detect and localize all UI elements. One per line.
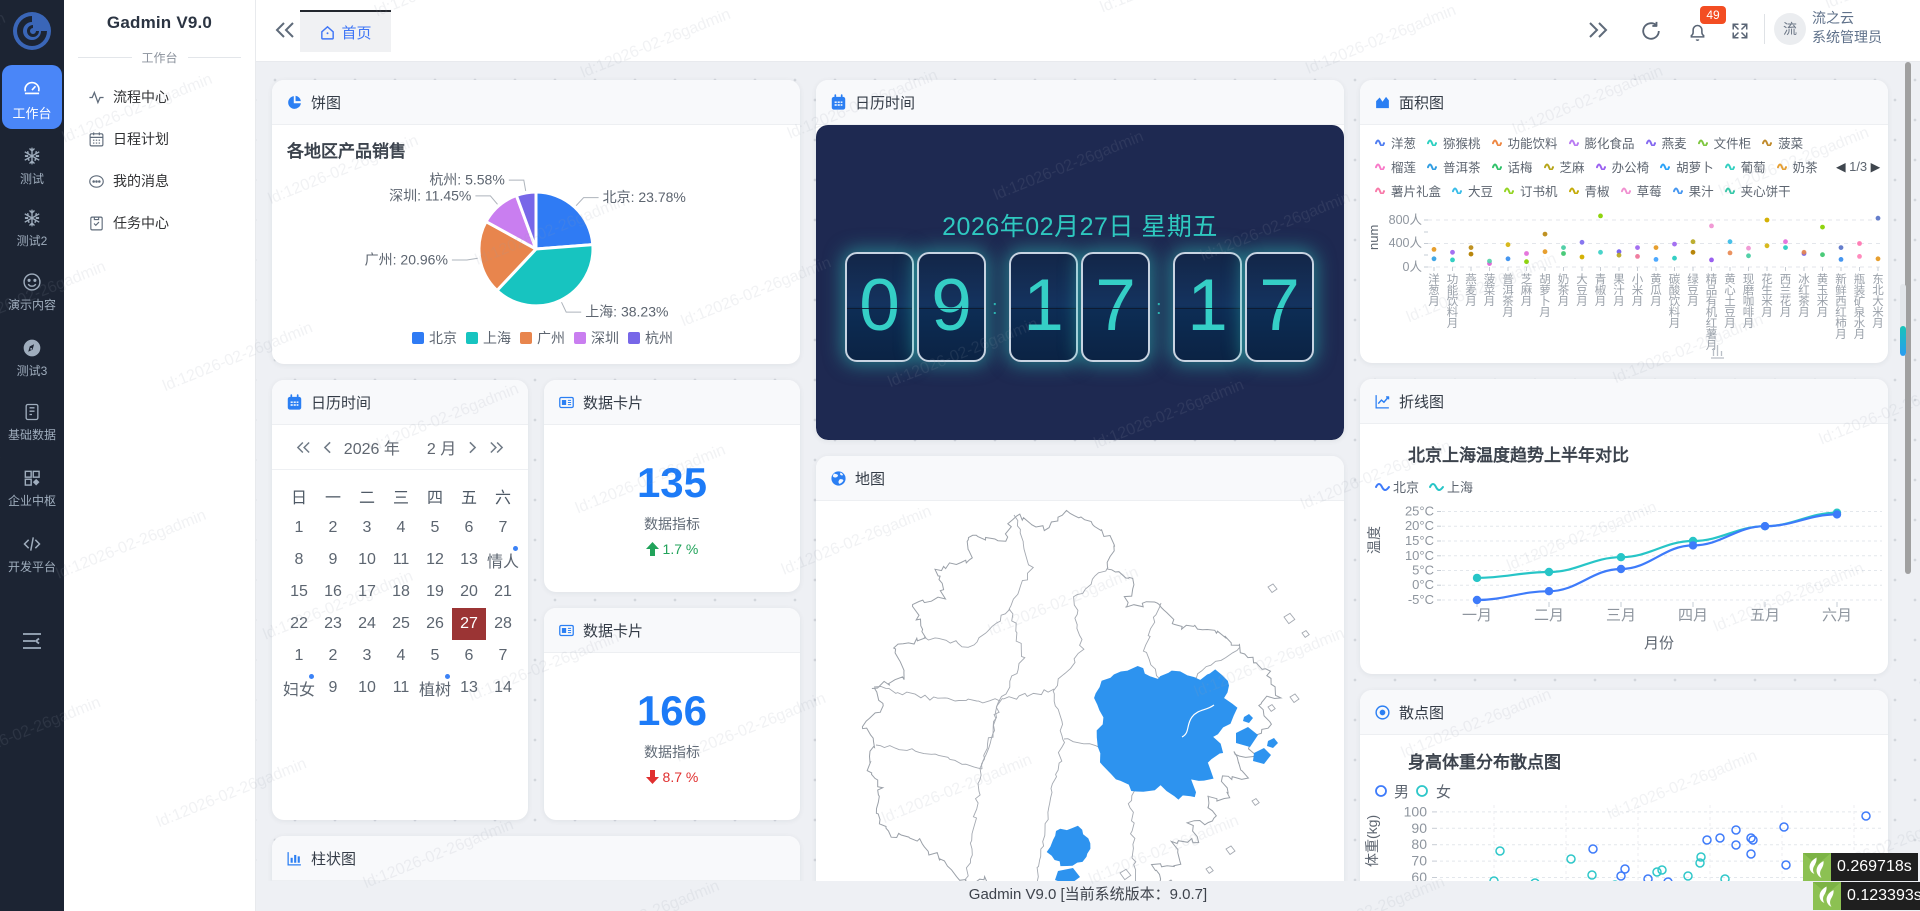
- svg-text:70: 70: [1411, 853, 1427, 869]
- svg-text:普洱茶月: 普洱茶月: [1502, 272, 1514, 319]
- svg-text:碳酸饮料月: 碳酸饮料月: [1669, 272, 1681, 330]
- svg-text:广州: 广州: [537, 330, 565, 346]
- svg-text:上海: 上海: [483, 330, 511, 346]
- svg-text:-5°C: -5°C: [1408, 592, 1434, 607]
- svg-text:80: 80: [1411, 836, 1427, 852]
- svg-text:黄瓜月: 黄瓜月: [1650, 272, 1662, 308]
- svg-text:菠菜月: 菠菜月: [1484, 273, 1496, 308]
- svg-text:现磨咖啡月: 现磨咖啡月: [1743, 273, 1755, 330]
- svg-text:瓶装矿泉水月: 瓶装矿泉水月: [1854, 272, 1866, 341]
- svg-text:大豆月: 大豆月: [1576, 272, 1588, 308]
- svg-text:月份: 月份: [1644, 635, 1674, 652]
- svg-text:深圳: 深圳: [591, 330, 619, 346]
- svg-text:六月: 六月: [1822, 607, 1852, 624]
- svg-text:功能饮料月: 功能饮料月: [1447, 273, 1459, 330]
- svg-text:奶茶月: 奶茶月: [1558, 272, 1570, 308]
- svg-text:0人: 0人: [1403, 260, 1423, 274]
- svg-text:深圳: 11.45%: 深圳: 11.45%: [389, 187, 471, 203]
- svg-text:五月: 五月: [1750, 607, 1780, 624]
- svg-text:女: 女: [1436, 783, 1451, 801]
- svg-text:西兰花月: 西兰花月: [1780, 274, 1792, 319]
- svg-text:黄玉米月: 黄玉米月: [1817, 272, 1829, 319]
- svg-text:花生米月: 花生米月: [1761, 273, 1773, 319]
- svg-text:杭州: 5.58%: 杭州: 5.58%: [429, 172, 504, 188]
- svg-text:北京: 23.78%: 北京: 23.78%: [603, 189, 686, 205]
- svg-text:60: 60: [1411, 869, 1427, 881]
- svg-text:100: 100: [1404, 803, 1428, 819]
- svg-text:精品有机红薯月: 精品有机红薯月: [1706, 273, 1718, 352]
- svg-text:男: 男: [1394, 784, 1409, 801]
- svg-text:北京: 北京: [1393, 480, 1419, 495]
- svg-text:杭州: 杭州: [645, 330, 673, 346]
- svg-text:四月: 四月: [1678, 607, 1708, 624]
- svg-text:小米月: 小米月: [1632, 273, 1644, 308]
- svg-text:10°C: 10°C: [1405, 548, 1434, 563]
- svg-text:体重(kg): 体重(kg): [1364, 815, 1380, 867]
- svg-text:20°C: 20°C: [1405, 518, 1434, 533]
- svg-text:800人: 800人: [1389, 213, 1423, 227]
- svg-text:二月: 二月: [1534, 607, 1564, 624]
- svg-text:新鲜西红柿月: 新鲜西红柿月: [1835, 272, 1847, 341]
- svg-text:上海: 上海: [1447, 480, 1473, 495]
- svg-text:温度: 温度: [1366, 526, 1382, 554]
- svg-text:东北大米月: 东北大米月: [1872, 273, 1884, 330]
- svg-text:果汁月: 果汁月: [1613, 273, 1625, 308]
- svg-text:上海: 38.23%: 上海: 38.23%: [585, 304, 668, 320]
- svg-text:400人: 400人: [1389, 236, 1423, 250]
- svg-text:15°C: 15°C: [1405, 533, 1434, 548]
- svg-text:绿豆月: 绿豆月: [1687, 272, 1699, 308]
- svg-text:90: 90: [1411, 820, 1427, 836]
- svg-text:冰红茶月: 冰红茶月: [1798, 273, 1810, 319]
- svg-text:num: num: [1366, 225, 1381, 250]
- svg-text:三月: 三月: [1606, 607, 1636, 624]
- svg-text:25°C: 25°C: [1405, 504, 1434, 519]
- svg-text:燕麦月: 燕麦月: [1465, 273, 1477, 308]
- svg-text:一月: 一月: [1462, 607, 1492, 624]
- svg-text:0°C: 0°C: [1412, 577, 1434, 592]
- svg-text:洋葱月: 洋葱月: [1428, 272, 1440, 308]
- svg-text:芝麻月: 芝麻月: [1521, 273, 1533, 308]
- svg-text:5°C: 5°C: [1412, 563, 1434, 578]
- svg-text:北京: 北京: [429, 330, 457, 346]
- svg-text:胡萝卜月: 胡萝卜月: [1539, 272, 1551, 319]
- svg-text:黄心土豆月: 黄心土豆月: [1724, 272, 1736, 330]
- svg-text:广州: 20.96%: 广州: 20.96%: [365, 252, 448, 268]
- svg-text:青椒月: 青椒月: [1595, 273, 1607, 308]
